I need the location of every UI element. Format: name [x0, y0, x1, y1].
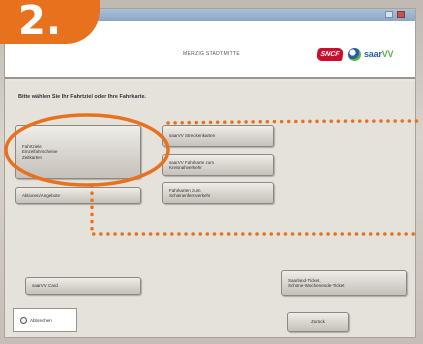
zurueck-button[interactable]: Zurück	[287, 312, 349, 332]
saarland-ticket-line-2: Schöne-Wochenende-Ticket	[288, 283, 345, 288]
fahrtziel-button[interactable]: Fahrtziele Einzelfahrscheine Zeitkarten	[15, 125, 141, 179]
station-name: MERZIG STADTMITTE	[183, 51, 240, 57]
sncf-logo-text: SNCF	[319, 51, 341, 58]
saarvv-card-button[interactable]: saarVV Card	[25, 277, 141, 295]
saarvv-logo-text: saarVV	[364, 49, 394, 59]
aktionen-label: Aktionen/Angebote	[22, 192, 61, 198]
cancel-option-label: Abbrechen	[30, 317, 52, 323]
main-panel: Bitte wählen Sie Ihr Fahrtziel oder Ihre…	[5, 81, 415, 337]
kiosk-screen: MERZIG STADTMITTE SNCF saarVV Bitte wähl…	[4, 8, 416, 338]
saarvv-card-label: saarVV Card	[32, 283, 58, 289]
streckenkarten-label: saarVV Streckenkarten	[169, 133, 216, 139]
radio-icon	[20, 316, 27, 324]
fernverkehr-button[interactable]: Fahrkarten zum Schienenfernverkehr	[162, 182, 274, 204]
sncf-logo: SNCF	[316, 48, 344, 61]
cancel-option[interactable]: Abbrechen	[13, 308, 77, 332]
close-icon[interactable]	[397, 11, 405, 18]
saarvv-logo-mark-icon	[348, 47, 361, 61]
minimize-icon[interactable]	[385, 11, 393, 18]
kreisnahverkehr-button[interactable]: saarVV Fahrkarte zum Kreisnahverkehr	[162, 154, 274, 176]
saarland-ticket-button[interactable]: Saarland-Ticket, Schöne-Wochenende-Ticke…	[281, 270, 407, 296]
aktionen-button[interactable]: Aktionen/Angebote	[15, 187, 141, 204]
streckenkarten-button[interactable]: saarVV Streckenkarten	[162, 125, 274, 147]
kreisnahverkehr-line-2: Kreisnahverkehr	[169, 165, 202, 170]
fernverkehr-line-2: Schienenfernverkehr	[169, 193, 211, 198]
zurueck-label: Zurück	[311, 319, 325, 325]
step-badge: 2.	[0, 0, 100, 44]
step-badge-number: 2.	[18, 0, 62, 44]
fahrtziel-line-3: Zeitkarten	[22, 154, 43, 160]
instruction-text: Bitte wählen Sie Ihr Fahrtziel oder Ihre…	[18, 94, 147, 100]
saarvv-logo: saarVV	[348, 47, 394, 61]
